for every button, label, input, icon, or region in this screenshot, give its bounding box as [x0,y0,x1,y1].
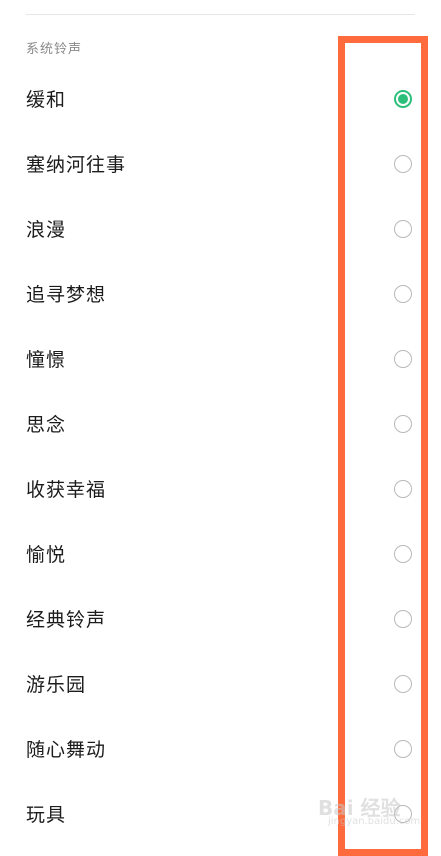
ringtone-label: 塞纳河往事 [26,154,127,176]
ringtone-item[interactable]: 经典铃声 [0,588,441,653]
radio-button[interactable] [394,285,412,303]
baidu-watermark: Bai 经验 jingyan.baidu.com [318,786,430,832]
ringtone-label: 思念 [26,414,67,436]
ringtone-item[interactable]: 憧憬 [0,328,441,393]
radio-button[interactable] [394,480,412,498]
radio-button-selected[interactable] [394,90,412,108]
ringtone-label: 愉悦 [26,544,67,566]
ringtone-label: 收获幸福 [26,479,107,501]
ringtone-label: 随心舞动 [26,739,107,761]
radio-button[interactable] [394,415,412,433]
ringtone-item[interactable]: 随心舞动 [0,718,441,783]
radio-button[interactable] [394,220,412,238]
ringtone-item[interactable]: 塞纳河往事 [0,133,441,198]
ringtone-item[interactable]: 缓和 [0,68,441,133]
watermark-subtext: jingyan.baidu.com [328,816,421,827]
radio-button[interactable] [394,545,412,563]
ringtone-item[interactable]: 游乐园 [0,653,441,718]
ringtone-label: 玩具 [26,804,67,826]
ringtone-item[interactable]: 收获幸福 [0,458,441,523]
radio-button[interactable] [394,675,412,693]
section-title: 系统铃声 [26,42,83,57]
ringtone-item[interactable]: 思念 [0,393,441,458]
radio-button[interactable] [394,610,412,628]
radio-button[interactable] [394,155,412,173]
top-divider [26,14,415,15]
ringtone-list: 缓和 塞纳河往事 浪漫 追寻梦想 憧憬 思念 收获幸福 愉悦 经典铃声 游乐园 … [0,68,441,848]
ringtone-item[interactable]: 追寻梦想 [0,263,441,328]
radio-button[interactable] [394,740,412,758]
ringtone-item[interactable]: 浪漫 [0,198,441,263]
ringtone-label: 追寻梦想 [26,284,107,306]
ringtone-label: 缓和 [26,89,67,111]
ringtone-item[interactable]: 愉悦 [0,523,441,588]
ringtone-label: 游乐园 [26,674,87,696]
ringtone-label: 浪漫 [26,219,67,241]
radio-button[interactable] [394,350,412,368]
ringtone-label: 憧憬 [26,349,67,371]
ringtone-label: 经典铃声 [26,609,107,631]
